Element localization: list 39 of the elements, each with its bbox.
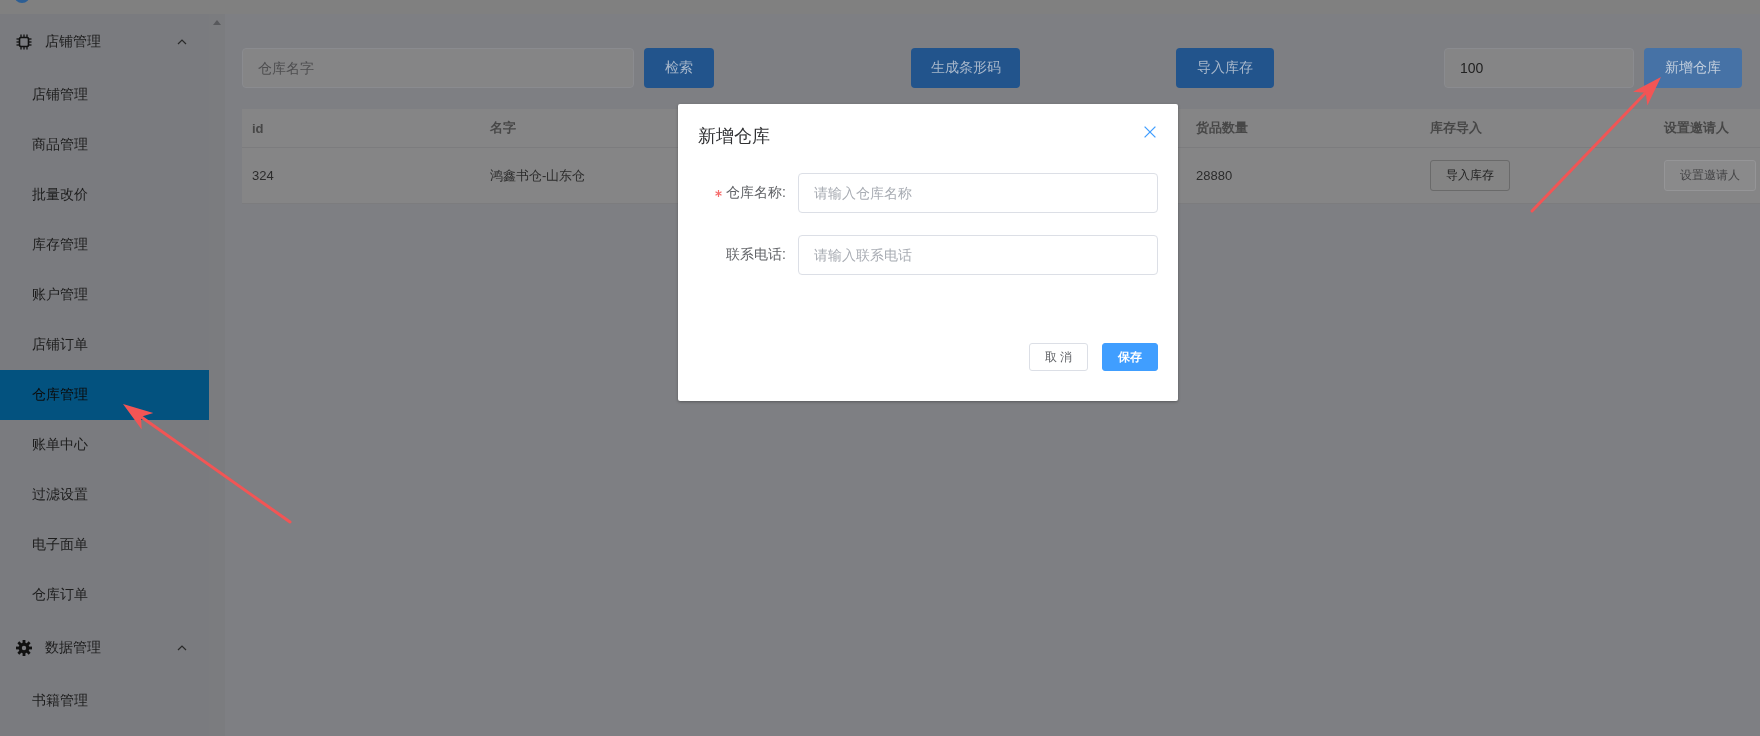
sidebar-item[interactable]: 书籍管理	[32, 692, 88, 710]
row-action-button[interactable]: 导入库存	[1430, 160, 1510, 191]
dialog-title: 新增仓库	[698, 125, 770, 148]
sidebar-item[interactable]: 仓库订单	[32, 586, 88, 604]
sidebar-item[interactable]: 商品管理	[32, 136, 88, 154]
sidebar-group-title[interactable]: 店铺管理	[45, 33, 101, 51]
chip-icon	[16, 34, 32, 50]
sidebar-item[interactable]: 过滤设置	[32, 486, 88, 504]
toolbar-button[interactable]: 导入库存	[1176, 48, 1274, 88]
input-field[interactable]: 请输入联系电话	[798, 235, 1158, 275]
field-label: 仓库名称:	[726, 184, 786, 202]
column-header: id	[242, 109, 480, 148]
cancel-button[interactable]: 取 消	[1029, 343, 1088, 371]
sidebar-group-title[interactable]: 数据管理	[45, 639, 101, 657]
column-header: 库存导入	[1420, 109, 1654, 148]
toolbar-button[interactable]: 生成条形码	[911, 48, 1020, 88]
gear-icon	[16, 640, 32, 656]
table-cell: 28880	[1186, 148, 1420, 204]
sidebar-item[interactable]: 电子面单	[32, 536, 88, 554]
close-icon[interactable]	[1144, 126, 1156, 138]
chevron-up-icon[interactable]	[177, 38, 187, 46]
table-cell: 324	[242, 148, 480, 204]
sidebar-item[interactable]: 库存管理	[32, 236, 88, 254]
sidebar-item[interactable]: 批量改价	[32, 186, 88, 204]
column-header: 货品数量	[1186, 109, 1420, 148]
input-field[interactable]: 请输入仓库名称	[798, 173, 1158, 213]
field-label: 联系电话:	[726, 246, 786, 264]
sidebar-item[interactable]: 店铺订单	[32, 336, 88, 354]
sidebar-item[interactable]: 账户管理	[32, 286, 88, 304]
chevron-up-icon[interactable]	[177, 644, 187, 652]
toolbar-button[interactable]: 新增仓库	[1644, 48, 1742, 88]
sidebar-item[interactable]: 账单中心	[32, 436, 88, 454]
column-header: 设置邀请人	[1654, 109, 1760, 148]
toolbar-button[interactable]: 检索	[644, 48, 714, 88]
save-button[interactable]: 保存	[1102, 343, 1158, 371]
sidebar-item[interactable]: 店铺管理	[32, 86, 88, 104]
input-field[interactable]: 100	[1444, 48, 1634, 88]
logo-icon	[14, 0, 30, 3]
sidebar-item[interactable]: 仓库管理	[0, 370, 209, 420]
